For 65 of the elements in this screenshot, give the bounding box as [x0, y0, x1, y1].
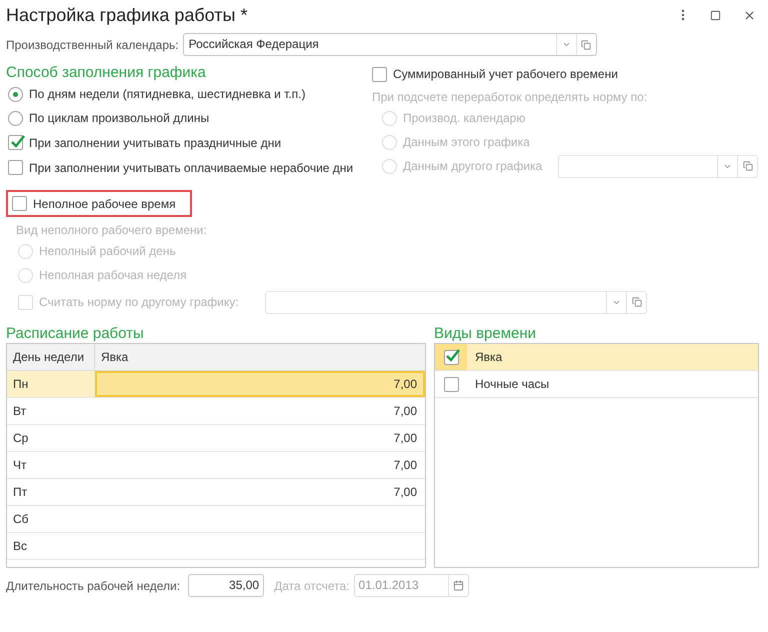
radio-label: Неполный рабочий день	[39, 243, 176, 260]
radio-label: Производ. календарю	[403, 110, 526, 127]
list-row[interactable]: Ночные часы	[435, 371, 758, 398]
checkbox[interactable]	[444, 376, 458, 392]
table-row[interactable]: Ср 7,00	[7, 425, 425, 452]
section-heading: Способ заполнения графика	[6, 63, 207, 82]
field-value: 01.01.2013	[358, 577, 420, 594]
calendar-icon[interactable]	[452, 580, 464, 591]
radio-label: Данным этого графика	[403, 134, 530, 151]
number-field[interactable]: 35,00	[188, 574, 264, 597]
checkbox[interactable]	[12, 196, 27, 211]
table-row[interactable]: Чт 7,00	[7, 452, 425, 479]
field-label: Дата отсчета:	[274, 578, 350, 594]
table-cell-text: Вт	[12, 403, 28, 420]
radio-label: По дням недели (пятидневка, шестидневка и т.п.)	[29, 86, 306, 103]
radio-button[interactable]	[8, 86, 23, 102]
table-row[interactable]: Сб	[7, 506, 425, 533]
checkbox[interactable]	[8, 160, 23, 175]
table-cell-text: 7,00	[392, 457, 418, 474]
table-cell: Пн	[7, 371, 95, 397]
section-heading: Расписание работы	[6, 324, 145, 343]
checkbox-label: Суммированный учет рабочего времени	[393, 66, 618, 83]
list-item-label: Ночные часы	[474, 376, 550, 393]
table-cell-text: Чт	[12, 457, 28, 474]
checkmark-icon	[445, 349, 460, 362]
checkbox-label: Считать норму по другому графику:	[39, 294, 240, 311]
field-label: Производственный календарь:	[6, 36, 179, 54]
table-row[interactable]: Вс	[7, 533, 425, 560]
group-label: Вид неполного рабочего времени:	[16, 222, 208, 239]
field-value: Российская Федерация	[188, 36, 320, 53]
select-field[interactable]: Российская Федерация	[182, 33, 597, 56]
checkbox[interactable]	[8, 135, 23, 150]
close-icon[interactable]	[743, 8, 756, 22]
column-header: Явка	[100, 349, 130, 366]
table-cell-text: Сб	[12, 511, 30, 528]
maximize-icon[interactable]	[710, 10, 721, 20]
table-cell-text: 7,00	[392, 403, 418, 420]
checkbox[interactable]	[372, 66, 387, 82]
checkmark-icon	[10, 134, 24, 148]
window-title: Настройка графика работы *	[6, 4, 248, 27]
checkbox[interactable]	[444, 350, 458, 364]
checkbox-label: Неполное рабочее время	[33, 196, 176, 212]
select-field[interactable]	[265, 290, 647, 314]
select-field[interactable]	[558, 154, 758, 178]
radio-label: Данным другого графика	[403, 158, 542, 175]
radio-label: Неполная рабочая неделя	[39, 267, 187, 284]
section-heading: Виды времени	[434, 324, 538, 343]
table-cell-text: Вс	[12, 538, 28, 555]
table-row[interactable]: Вт 7,00	[7, 398, 425, 425]
table-row[interactable]: Пн 7,00	[7, 371, 425, 398]
column-header: День недели	[7, 344, 95, 370]
table-cell-text: 7,00	[392, 484, 418, 501]
table-row[interactable]: Пт 7,00	[7, 479, 425, 506]
radio-label: По циклам произвольной длины	[29, 110, 210, 127]
table-cell-text: Пт	[12, 484, 28, 501]
table-cell-text: 7,00	[392, 430, 418, 447]
checkbox-label: При заполнении учитывать оплачиваемые нерабочие дни	[29, 160, 354, 176]
group-label: При подсчете переработок определять норму по:	[372, 89, 648, 106]
list-item-label: Явка	[474, 349, 504, 366]
checkbox-label: При заполнении учитывать праздничные дни	[29, 134, 282, 152]
table-cell: 7,00	[95, 371, 425, 397]
list-row[interactable]: Явка	[435, 344, 758, 371]
table-cell-text: Ср	[12, 430, 30, 447]
field-label: Длительность рабочей недели:	[6, 578, 180, 594]
radio-button[interactable]	[8, 110, 23, 126]
